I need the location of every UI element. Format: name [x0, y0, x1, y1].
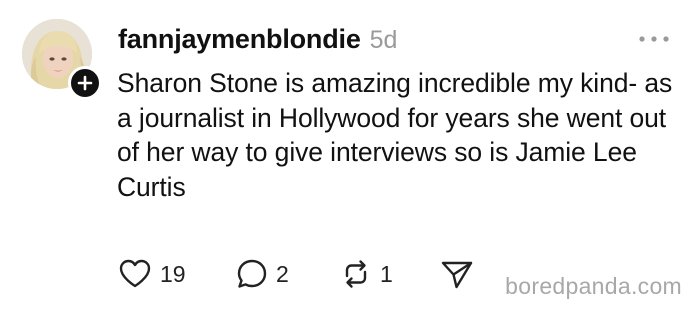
watermark-text: boredpanda.com: [505, 273, 682, 299]
follow-button[interactable]: [68, 66, 102, 100]
avatar-container[interactable]: [22, 19, 102, 100]
repost-button[interactable]: 1: [340, 254, 393, 294]
post-timestamp[interactable]: 5d: [370, 26, 398, 55]
speech-bubble-icon: [237, 259, 267, 288]
repost-arrows-icon: [345, 260, 367, 288]
share-button[interactable]: [440, 254, 474, 294]
paper-plane-icon: [441, 261, 473, 289]
username-link[interactable]: fannjaymenblondie: [118, 24, 361, 55]
reply-button[interactable]: 2: [236, 254, 289, 294]
more-options-button[interactable]: [636, 32, 672, 46]
like-button[interactable]: 19: [118, 254, 186, 294]
ellipsis-icon: [639, 36, 669, 42]
thread-post: fannjaymenblondie 5d Sharon Stone is ama…: [0, 0, 700, 311]
post-header: fannjaymenblondie 5d: [118, 24, 397, 58]
heart-icon: [119, 259, 151, 288]
plus-icon: [77, 75, 93, 91]
reply-count: 2: [276, 260, 289, 287]
post-body-text: Sharon Stone is amazing incredible my ki…: [117, 68, 673, 202]
like-count: 19: [160, 260, 186, 287]
post-actions-bar: 19 2 1: [118, 254, 498, 294]
repost-count: 1: [380, 260, 393, 287]
